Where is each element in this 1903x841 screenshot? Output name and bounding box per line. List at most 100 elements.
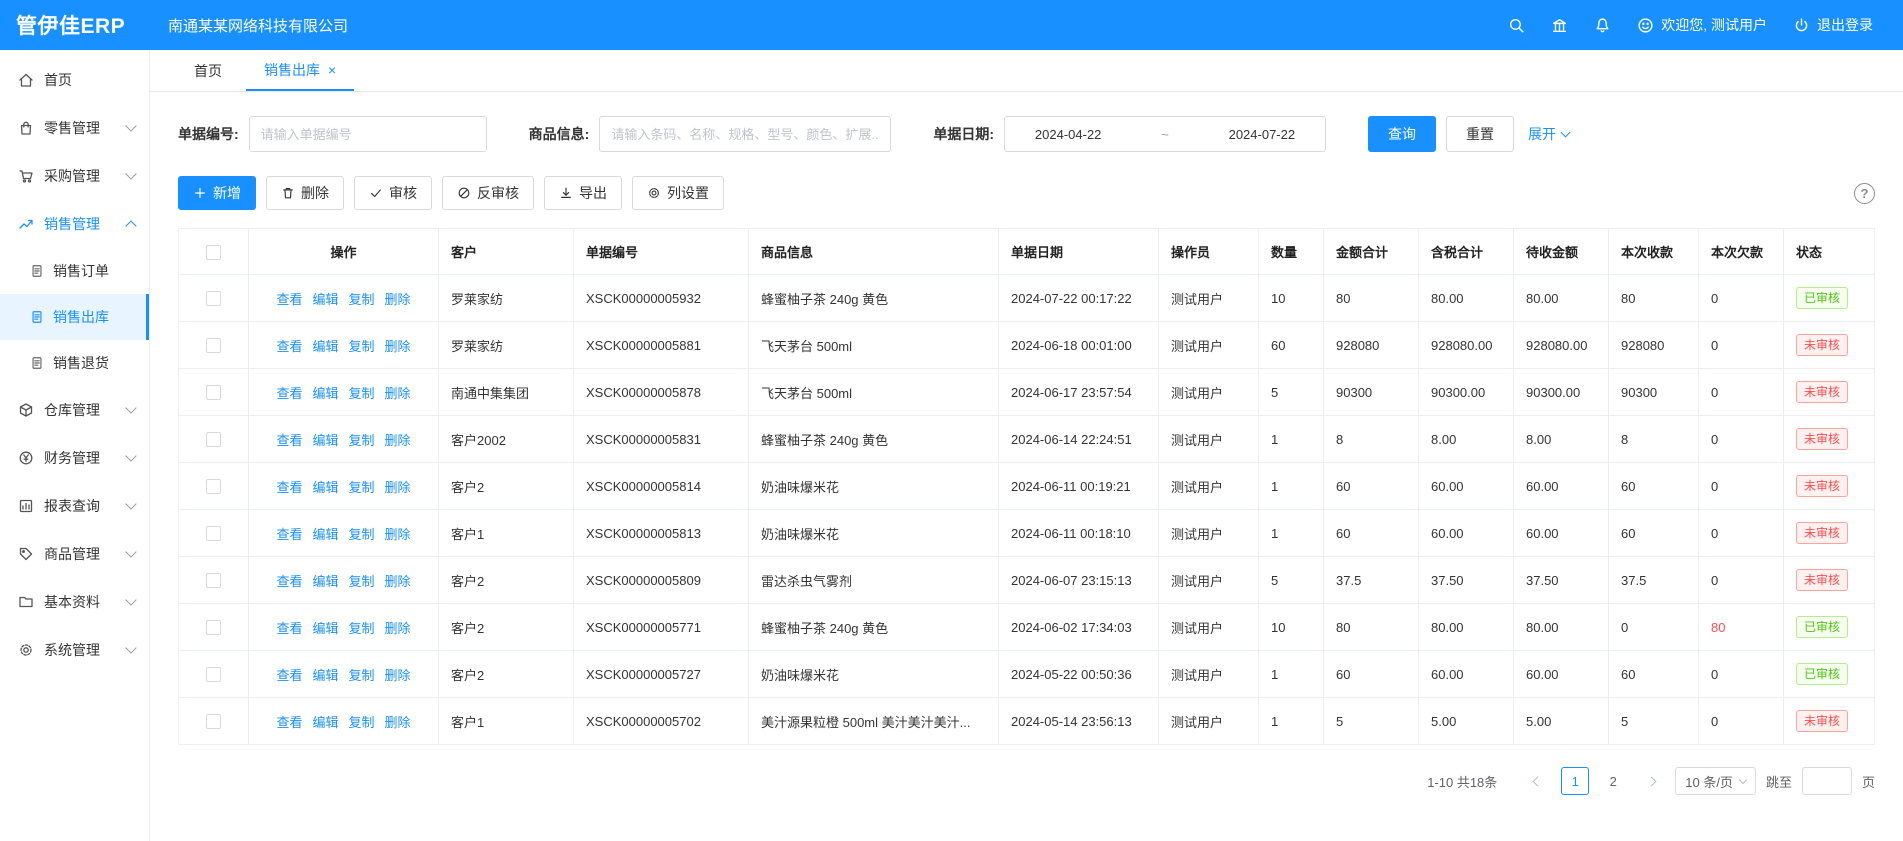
date-range-picker[interactable]: 2024-04-22 ~ 2024-07-22 [1004,116,1326,152]
bill-no-input[interactable] [249,116,487,152]
delete-button[interactable]: 删除 [266,176,344,210]
cell-operator: 测试用户 [1159,369,1259,416]
logout-button[interactable]: 退出登录 [1793,15,1873,35]
row-checkbox[interactable] [206,385,221,400]
row-edit-link[interactable]: 编辑 [312,292,338,307]
sidebar-item-purchase[interactable]: 采购管理 [0,152,149,200]
sidebar-item-basic-data[interactable]: 基本资料 [0,578,149,626]
row-edit-link[interactable]: 编辑 [312,527,338,542]
search-button[interactable]: 查询 [1368,116,1436,152]
next-page-button[interactable] [1637,767,1665,795]
chevron-down-icon [125,498,136,509]
row-delete-link[interactable]: 删除 [385,621,411,636]
row-view-link[interactable]: 查看 [276,292,302,307]
row-view-link[interactable]: 查看 [276,433,302,448]
row-edit-link[interactable]: 编辑 [312,339,338,354]
chevron-down-icon [125,450,136,461]
welcome-user[interactable]: 欢迎您, 测试用户 [1637,15,1767,35]
row-edit-link[interactable]: 编辑 [312,715,338,730]
row-copy-link[interactable]: 复制 [349,715,375,730]
row-checkbox[interactable] [206,479,221,494]
page-size-select[interactable]: 10 条/页 [1675,767,1756,795]
cell-received: 60 [1609,463,1699,510]
sidebar-item-system[interactable]: 系统管理 [0,626,149,674]
bell-icon[interactable] [1594,17,1611,34]
row-delete-link[interactable]: 删除 [385,339,411,354]
row-view-link[interactable]: 查看 [276,715,302,730]
row-checkbox[interactable] [206,526,221,541]
row-delete-link[interactable]: 删除 [385,480,411,495]
prev-page-button[interactable] [1523,767,1551,795]
sidebar-item-home[interactable]: 首页 [0,56,149,104]
row-copy-link[interactable]: 复制 [349,621,375,636]
row-delete-link[interactable]: 删除 [385,386,411,401]
product-info-input[interactable] [599,116,891,152]
tab-home[interactable]: 首页 [176,50,240,91]
cell-received: 928080 [1609,322,1699,369]
add-button[interactable]: 新增 [178,176,256,210]
sidebar-item-finance[interactable]: 财务管理 [0,434,149,482]
sidebar-item-retail[interactable]: 零售管理 [0,104,149,152]
row-copy-link[interactable]: 复制 [349,386,375,401]
row-checkbox[interactable] [206,291,221,306]
row-copy-link[interactable]: 复制 [349,527,375,542]
row-view-link[interactable]: 查看 [276,386,302,401]
row-checkbox[interactable] [206,432,221,447]
row-edit-link[interactable]: 编辑 [312,480,338,495]
page-1-button[interactable]: 1 [1561,767,1589,795]
row-delete-link[interactable]: 删除 [385,574,411,589]
close-icon[interactable]: × [328,63,336,77]
row-checkbox[interactable] [206,573,221,588]
cell-product: 奶油味爆米花 [749,510,999,557]
column-settings-button[interactable]: 列设置 [632,176,724,210]
row-view-link[interactable]: 查看 [276,621,302,636]
building-icon[interactable] [1551,17,1568,34]
row-delete-link[interactable]: 删除 [385,292,411,307]
row-checkbox[interactable] [206,714,221,729]
row-delete-link[interactable]: 删除 [385,527,411,542]
row-checkbox[interactable] [206,620,221,635]
row-delete-link[interactable]: 删除 [385,433,411,448]
row-view-link[interactable]: 查看 [276,574,302,589]
row-checkbox[interactable] [206,338,221,353]
help-icon[interactable]: ? [1854,183,1875,204]
row-view-link[interactable]: 查看 [276,668,302,683]
sidebar-item-warehouse[interactable]: 仓库管理 [0,386,149,434]
row-copy-link[interactable]: 复制 [349,433,375,448]
page-2-button[interactable]: 2 [1599,767,1627,795]
expand-button[interactable]: 展开 [1528,124,1569,144]
audit-button[interactable]: 审核 [354,176,432,210]
sidebar-subitem-sales-outbound[interactable]: 销售出库 [0,294,149,340]
search-icon[interactable] [1508,17,1525,34]
sidebar-subitem-sales-return[interactable]: 销售退货 [0,340,149,386]
date-end-value[interactable]: 2024-07-22 [1229,127,1296,142]
sidebar-item-sales[interactable]: 销售管理 [0,200,149,248]
tab-sales-outbound[interactable]: 销售出库 × [246,50,354,91]
row-copy-link[interactable]: 复制 [349,668,375,683]
row-delete-link[interactable]: 删除 [385,668,411,683]
select-all-checkbox[interactable] [206,245,221,260]
row-edit-link[interactable]: 编辑 [312,386,338,401]
row-copy-link[interactable]: 复制 [349,480,375,495]
row-copy-link[interactable]: 复制 [349,292,375,307]
row-checkbox[interactable] [206,667,221,682]
sidebar-subitem-sales-order[interactable]: 销售订单 [0,248,149,294]
export-button[interactable]: 导出 [544,176,622,210]
row-view-link[interactable]: 查看 [276,480,302,495]
row-copy-link[interactable]: 复制 [349,339,375,354]
row-edit-link[interactable]: 编辑 [312,433,338,448]
unaudit-button[interactable]: 反审核 [442,176,534,210]
row-view-link[interactable]: 查看 [276,339,302,354]
sidebar-item-report[interactable]: 报表查询 [0,482,149,530]
jump-page-input[interactable] [1802,767,1852,795]
reset-button[interactable]: 重置 [1446,116,1514,152]
app-logo[interactable]: 管伊佳ERP [0,10,150,40]
row-delete-link[interactable]: 删除 [385,715,411,730]
row-view-link[interactable]: 查看 [276,527,302,542]
row-edit-link[interactable]: 编辑 [312,668,338,683]
row-copy-link[interactable]: 复制 [349,574,375,589]
sidebar-item-product[interactable]: 商品管理 [0,530,149,578]
row-edit-link[interactable]: 编辑 [312,621,338,636]
row-edit-link[interactable]: 编辑 [312,574,338,589]
date-start-value[interactable]: 2024-04-22 [1035,127,1102,142]
